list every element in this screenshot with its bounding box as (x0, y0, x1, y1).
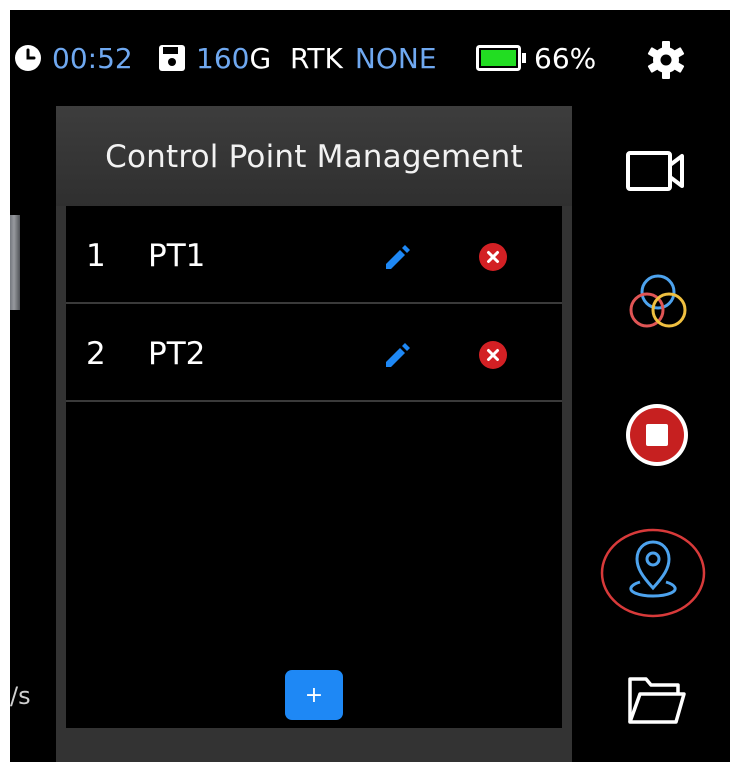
rtk-value: NONE (354, 41, 437, 75)
edit-button[interactable] (382, 242, 412, 272)
settings-button[interactable] (646, 40, 686, 80)
battery-icon (476, 45, 526, 71)
color-circles-icon (629, 274, 687, 328)
color-mode-button[interactable] (626, 272, 690, 334)
pencil-icon (386, 245, 410, 269)
storage-value: 160 (196, 41, 250, 75)
recording-time: 00:52 (52, 41, 133, 75)
control-point-row[interactable]: 2 PT2 (66, 304, 562, 402)
status-bar: 00:52 160 G RTK NONE 66% (10, 36, 730, 80)
clock-group: 00:52 (14, 36, 133, 80)
files-button[interactable] (626, 674, 688, 726)
storage-group: 160 G (158, 36, 271, 80)
delete-button[interactable] (478, 340, 508, 370)
control-point-list: 1 PT1 2 PT2 (66, 206, 562, 728)
location-pin-icon (600, 528, 706, 618)
battery-percent: 66% (534, 41, 597, 75)
clock-icon (15, 45, 41, 71)
control-point-panel: Control Point Management 1 PT1 2 PT2 + (56, 106, 572, 762)
point-name: PT2 (148, 336, 206, 372)
stop-record-icon (626, 404, 688, 466)
battery-group: 66% (476, 36, 596, 80)
edit-button[interactable] (382, 340, 412, 370)
folder-icon (628, 677, 686, 724)
delete-button[interactable] (478, 242, 508, 272)
point-index: 1 (86, 238, 106, 274)
panel-header: Control Point Management (56, 106, 572, 206)
stop-record-button[interactable] (624, 402, 690, 468)
rtk-label: RTK (290, 41, 343, 75)
video-mode-button[interactable] (624, 148, 688, 194)
speed-unit-text: /s (10, 682, 31, 710)
gear-icon (647, 41, 685, 79)
save-icon (159, 45, 185, 71)
add-point-button[interactable]: + (285, 670, 343, 720)
panel-title: Control Point Management (105, 139, 523, 175)
rtk-group: RTK NONE (290, 36, 437, 80)
close-circle-icon (479, 341, 507, 369)
point-index: 2 (86, 336, 106, 372)
control-point-button[interactable] (600, 528, 706, 618)
storage-unit: G (249, 41, 272, 75)
close-circle-icon (479, 243, 507, 271)
camera-screen: 00:52 160 G RTK NONE 66% /s Control Poin… (10, 10, 730, 762)
pencil-icon (386, 343, 410, 367)
point-name: PT1 (148, 238, 206, 274)
control-point-row[interactable]: 1 PT1 (66, 206, 562, 304)
map-preview-edge (10, 215, 20, 310)
video-camera-icon (626, 151, 684, 191)
